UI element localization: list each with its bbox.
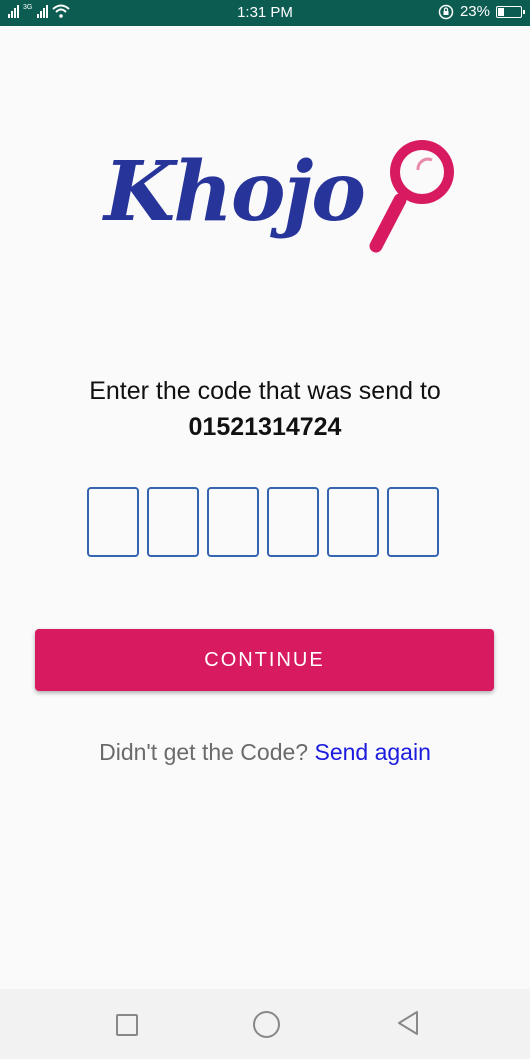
otp-input-group xyxy=(87,487,439,557)
battery-fill xyxy=(498,7,504,16)
otp-digit-1[interactable] xyxy=(87,487,139,557)
status-bar: 3G 1:31 PM 23% ⚡ xyxy=(0,0,530,26)
recents-square-icon[interactable] xyxy=(116,1014,138,1036)
otp-digit-6[interactable] xyxy=(387,487,439,557)
status-right: 23% ⚡ xyxy=(438,3,525,20)
system-nav-bar xyxy=(0,989,530,1059)
otp-digit-4[interactable] xyxy=(267,487,319,557)
back-triangle-icon[interactable] xyxy=(396,1009,420,1037)
battery-icon: ⚡ xyxy=(496,5,525,18)
logo-text: Khojo xyxy=(104,144,366,240)
continue-button[interactable]: CONTINUE xyxy=(35,629,494,691)
send-again-link[interactable]: Send again xyxy=(314,739,430,765)
otp-digit-5[interactable] xyxy=(327,487,379,557)
magnifier-icon xyxy=(369,140,454,253)
resend-row: Didn't get the Code? Send again xyxy=(0,739,530,766)
verification-prompt: Enter the code that was send to xyxy=(89,377,441,405)
rotation-lock-icon xyxy=(438,4,454,19)
charging-icon: ⚡ xyxy=(505,5,513,17)
phone-number: 01521314724 xyxy=(188,413,342,441)
otp-digit-2[interactable] xyxy=(147,487,199,557)
otp-digit-3[interactable] xyxy=(207,487,259,557)
home-circle-icon[interactable] xyxy=(253,1011,280,1038)
resend-question: Didn't get the Code? xyxy=(99,739,309,765)
app-logo: Khojo xyxy=(100,130,460,260)
battery-percent: 23% xyxy=(459,3,490,20)
